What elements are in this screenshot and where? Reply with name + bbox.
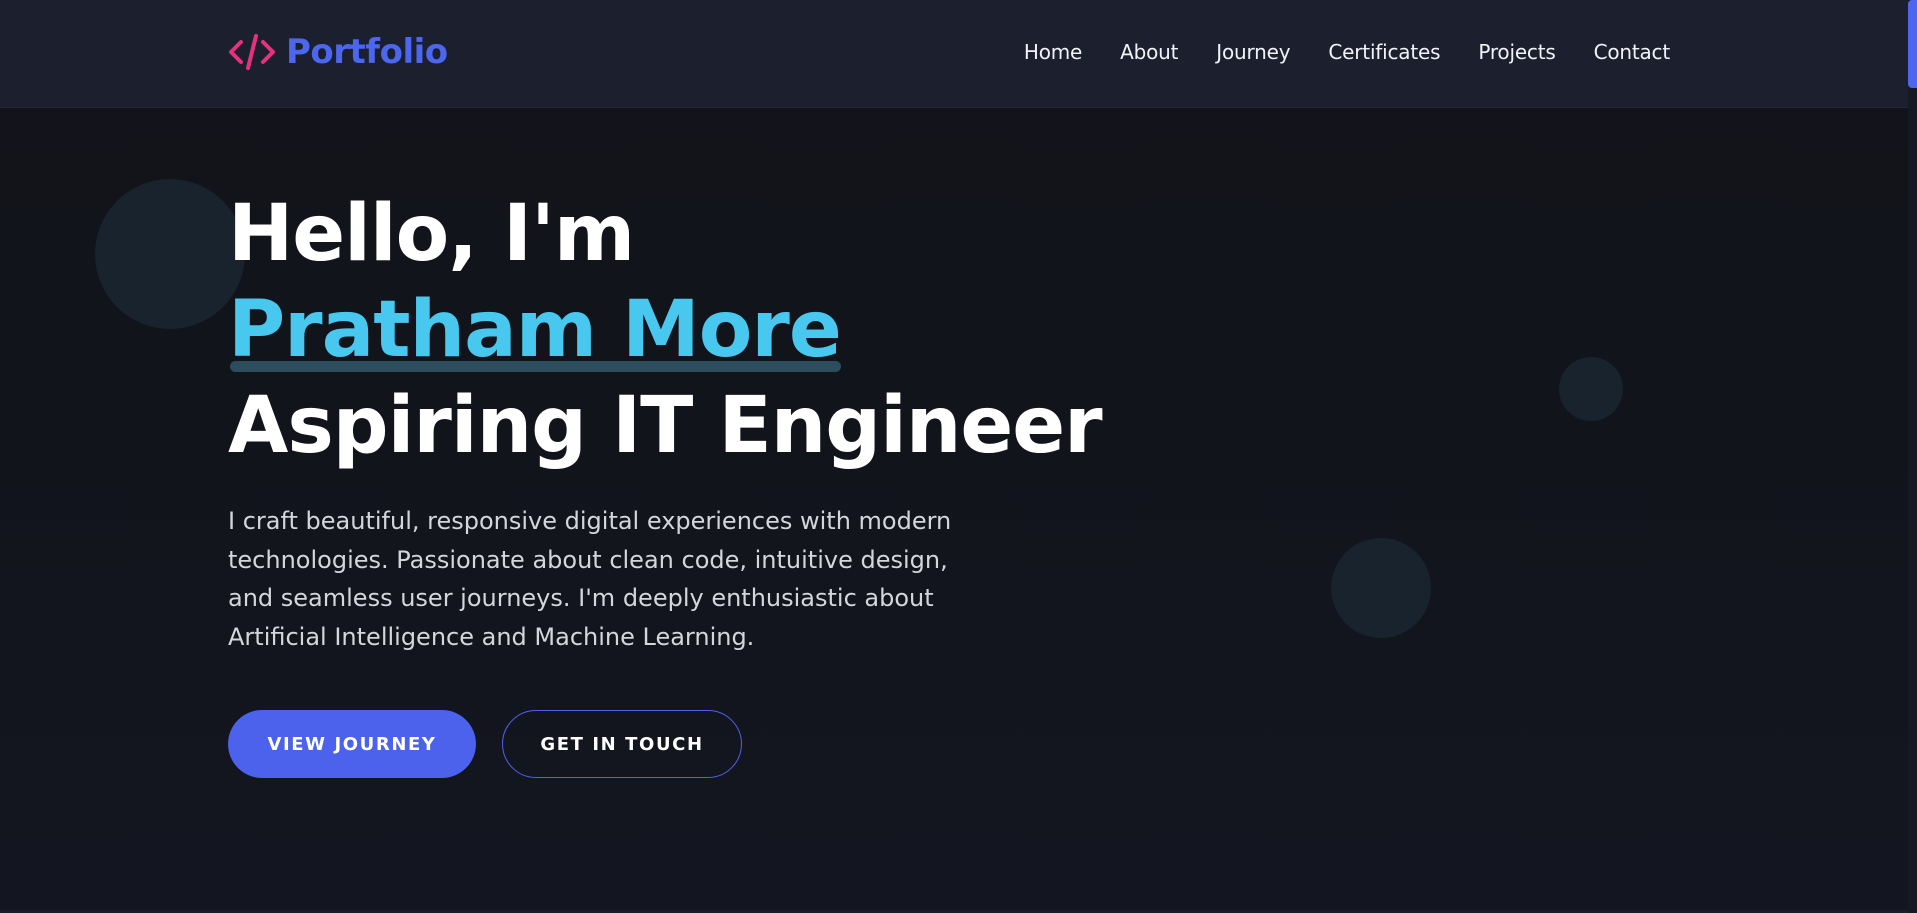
hero-heading: Hello, I'm Pratham More Aspiring IT Engi… <box>228 186 1103 474</box>
hero-greeting: Hello, I'm <box>228 189 635 279</box>
hero-actions: VIEW JOURNEY GET IN TOUCH <box>228 710 1102 778</box>
scrollbar-track[interactable] <box>1908 0 1917 913</box>
main-nav: Home About Journey Certificates Projects… <box>1024 40 1670 64</box>
hero-section: Hello, I'm Pratham More Aspiring IT Engi… <box>228 186 1103 778</box>
nav-about[interactable]: About <box>1120 40 1178 64</box>
nav-projects[interactable]: Projects <box>1478 40 1555 64</box>
nav-contact[interactable]: Contact <box>1594 40 1671 64</box>
navbar: Portfolio Home About Journey Certificate… <box>0 0 1908 108</box>
nav-home[interactable]: Home <box>1024 40 1082 64</box>
decorative-circle <box>1331 538 1431 638</box>
hero-role: Aspiring IT Engineer <box>228 381 1103 471</box>
hero-description: I craft beautiful, responsive digital ex… <box>228 507 952 651</box>
code-brackets-icon <box>228 28 276 76</box>
get-in-touch-button[interactable]: GET IN TOUCH <box>502 710 742 778</box>
page: Portfolio Home About Journey Certificate… <box>0 0 1917 913</box>
scrollbar-thumb[interactable] <box>1908 0 1917 88</box>
decorative-circle <box>1559 357 1623 421</box>
brand-text: Portfolio <box>286 32 448 72</box>
brand-logo[interactable]: Portfolio <box>228 28 448 76</box>
nav-journey[interactable]: Journey <box>1216 40 1290 64</box>
nav-certificates[interactable]: Certificates <box>1328 40 1440 64</box>
view-journey-button[interactable]: VIEW JOURNEY <box>228 710 476 778</box>
decorative-circle <box>95 179 245 329</box>
hero-name: Pratham More <box>228 282 842 378</box>
